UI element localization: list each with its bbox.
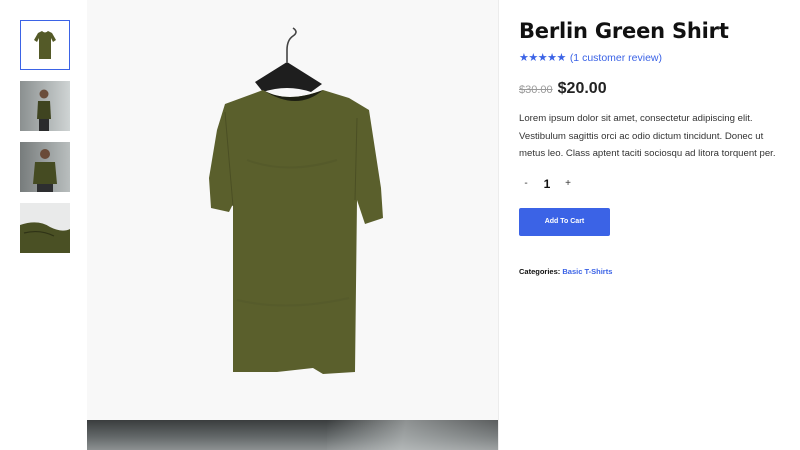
product-categories: Categories: Basic T-Shirts: [519, 267, 779, 276]
category-link[interactable]: Basic T-Shirts: [562, 267, 612, 276]
thumbnail-model-front[interactable]: [20, 142, 70, 192]
thumbnail-shirt[interactable]: [20, 20, 70, 70]
categories-label: Categories:: [519, 266, 561, 276]
main-product-image[interactable]: [87, 0, 498, 420]
column-divider: [498, 0, 499, 450]
quantity-decrease-button[interactable]: -: [519, 177, 533, 191]
product-title: Berlin Green Shirt: [519, 19, 729, 43]
quantity-input[interactable]: 1: [533, 177, 561, 191]
hanger-icon: [255, 62, 322, 92]
fabric-detail-image: [20, 203, 70, 253]
thumbnail-list: [20, 20, 70, 264]
shirt-thumbnail-image: [23, 23, 67, 67]
product-summary: Berlin Green Shirt ★★★★★ (1 customer rev…: [519, 18, 779, 276]
product-price: $30.00 $20.00: [519, 80, 779, 98]
sale-price: $20.00: [557, 80, 607, 98]
regular-price: $30.00: [519, 84, 553, 97]
quantity-stepper: - 1 +: [519, 177, 779, 191]
quantity-increase-button[interactable]: +: [561, 177, 575, 191]
star-rating-icon: ★★★★★: [519, 52, 566, 65]
hanger-hook-icon: [286, 27, 297, 62]
model-front-image: [20, 142, 70, 192]
fabric-fold-shade: [327, 420, 498, 450]
product-rating: ★★★★★ (1 customer review): [519, 51, 779, 65]
model-side-image: [20, 81, 70, 131]
customer-review-link[interactable]: (1 customer review): [570, 52, 662, 64]
add-to-cart-button[interactable]: Add To Cart: [519, 207, 610, 236]
secondary-product-image: [87, 420, 498, 450]
thumbnail-fabric-detail[interactable]: [20, 203, 70, 253]
thumbnail-model-side[interactable]: [20, 81, 70, 131]
shirt-on-hanger-image: [209, 27, 383, 374]
product-description: Lorem ipsum dolor sit amet, consectetur …: [519, 113, 776, 160]
